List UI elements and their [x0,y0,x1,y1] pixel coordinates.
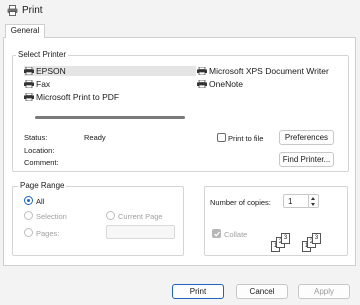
printer-name: EPSON [36,66,66,76]
current-page-radio[interactable] [106,211,115,220]
copies-value: 1 [288,197,293,206]
pages-radio[interactable] [24,228,33,237]
printer-icon [24,93,34,101]
find-printer-button[interactable]: Find Printer... [279,152,334,167]
selection-radio[interactable] [24,211,33,220]
spin-up-icon[interactable] [311,197,315,200]
collate-label[interactable]: Collate [224,230,247,239]
printer-item-onenote[interactable]: OneNote [197,79,243,89]
printer-icon [7,5,18,16]
printer-icon [24,67,34,75]
printer-icon [24,80,34,88]
collate-illustration-icon: 1 2 3 [302,233,332,255]
printer-name: Microsoft XPS Document Writer [209,66,329,76]
print-to-file-label[interactable]: Print to file [228,134,263,143]
page-icon: 3 [281,233,290,244]
pages-label[interactable]: Pages: [36,229,59,238]
printer-name: OneNote [209,79,244,89]
printer-name: Microsoft Print to PDF [36,92,120,102]
printer-name: Fax [36,79,51,89]
tab-general[interactable]: General [5,24,45,38]
printer-item-fax[interactable]: Fax [24,79,50,89]
check-icon [214,231,220,237]
location-label: Location: [24,146,55,155]
collate-illustration-icon: 1 2 3 [271,233,301,255]
printer-item-microsoft-xps-document-writer[interactable]: Microsoft XPS Document Writer [197,66,329,76]
cancel-button[interactable]: Cancel [236,284,288,299]
all-label[interactable]: All [36,197,44,206]
window-title: Print [22,5,43,16]
pages-input[interactable] [106,225,175,239]
copies-input[interactable]: 1 [283,194,319,208]
number-of-copies-label: Number of copies: [210,198,271,207]
printer-item-microsoft-print-to-pdf[interactable]: Microsoft Print to PDF [24,92,119,102]
current-page-label[interactable]: Current Page [118,212,163,221]
printer-list-scrollbar[interactable] [35,116,185,119]
print-to-file-checkbox[interactable] [217,133,226,142]
printer-icon [197,67,207,75]
status-label: Status: [24,133,48,142]
preferences-button[interactable]: Preferences [279,130,334,145]
apply-button[interactable]: Apply [298,284,350,299]
copies-spinner[interactable] [308,195,318,208]
printer-icon [197,80,207,88]
print-button[interactable]: Print [172,284,224,299]
selection-label[interactable]: Selection [36,212,67,221]
status-value: Ready [84,133,106,142]
spin-down-icon[interactable] [311,203,315,206]
title-bar [0,0,360,22]
page-icon: 3 [312,233,321,244]
page-range-label: Page Range [18,181,67,190]
collate-checkbox[interactable] [212,229,221,238]
all-radio[interactable] [24,196,33,205]
select-printer-label: Select Printer [16,50,69,59]
printer-item-epson[interactable]: EPSON [24,66,196,76]
comment-label: Comment: [24,158,59,167]
